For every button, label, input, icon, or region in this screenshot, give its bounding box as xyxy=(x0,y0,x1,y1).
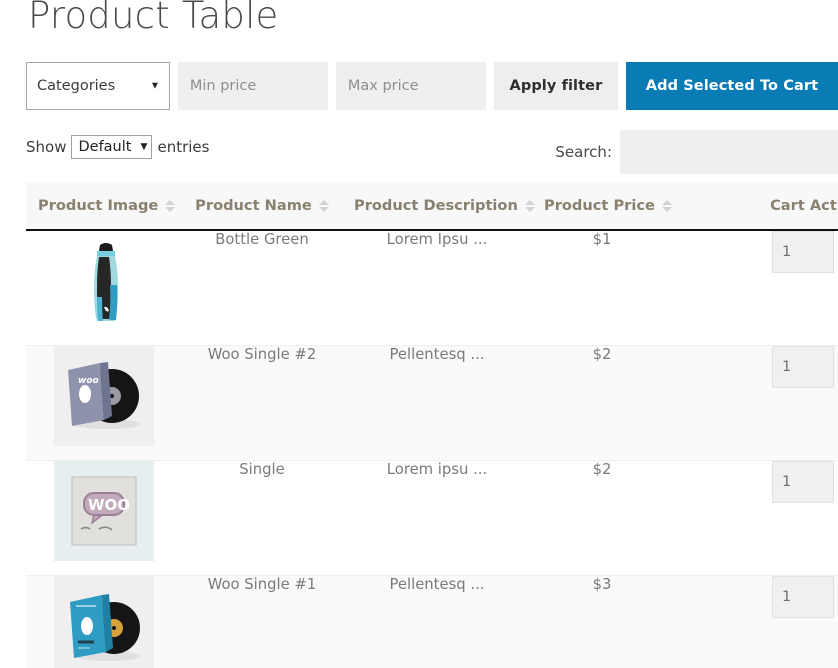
show-entries-prefix-label: Show xyxy=(26,138,67,156)
cell-product-name: Woo Single #1 xyxy=(182,575,342,668)
cell-product-description: Lorem Ipsu ... xyxy=(342,230,532,346)
column-header-product-name[interactable]: Product Name xyxy=(182,182,342,231)
sort-arrows-icon[interactable] xyxy=(661,199,672,212)
quantity-input[interactable] xyxy=(772,231,834,273)
cell-product-price: $1 xyxy=(532,230,672,346)
cell-product-description: Pellentesq ... xyxy=(342,345,532,461)
cell-product-description: Pellentesq ... xyxy=(342,575,532,668)
cell-product-description: Lorem ipsu ... xyxy=(342,460,532,576)
column-header-cart-actions[interactable]: Cart Actions xyxy=(672,182,838,231)
cell-product-name: Single xyxy=(182,460,342,576)
table-row: woo Woo Single #2 Pellentesq ... $2 Add … xyxy=(26,345,838,461)
column-header-label: Product Image xyxy=(38,197,159,214)
cell-product-price: $2 xyxy=(532,460,672,576)
cell-product-price: $2 xyxy=(532,345,672,461)
category-select[interactable]: Categories xyxy=(26,62,170,110)
table-body: Bottle Green Lorem Ipsu ... $1 Add To Ca… xyxy=(26,230,838,668)
cell-product-image xyxy=(26,230,182,346)
cell-product-price: $3 xyxy=(532,575,672,668)
cell-product-image: WOO xyxy=(26,460,182,576)
category-select-wrapper[interactable]: Categories ▼ xyxy=(26,62,170,110)
svg-text:WOO: WOO xyxy=(88,496,130,514)
column-header-label: Product Name xyxy=(195,197,312,214)
cell-product-name: Bottle Green xyxy=(182,230,342,346)
column-header-label: Product Description xyxy=(354,197,518,214)
show-entries-group: Show Default ▼ entries xyxy=(26,135,209,159)
cell-product-image: woo xyxy=(26,345,182,461)
woo-single-1-thumbnail xyxy=(54,575,154,668)
cell-product-image xyxy=(26,575,182,668)
table-row: Bottle Green Lorem Ipsu ... $1 Add To Ca… xyxy=(26,230,838,346)
column-header-product-image[interactable]: Product Image xyxy=(26,182,182,231)
product-table: Product Image Product Name Product Descr… xyxy=(26,182,838,668)
quantity-input[interactable] xyxy=(772,575,834,618)
column-header-label: Product Price xyxy=(544,197,655,214)
quantity-input[interactable] xyxy=(772,460,834,503)
bottle-green-thumbnail xyxy=(54,231,154,331)
sort-arrows-icon[interactable] xyxy=(524,199,535,212)
page-title: Product Table xyxy=(28,0,279,37)
svg-text:woo: woo xyxy=(78,376,99,386)
cell-cart-actions: Add To Cart xyxy=(672,345,838,461)
woo-single-2-thumbnail: woo xyxy=(54,345,154,446)
search-group: Search: xyxy=(555,130,838,174)
filter-toolbar: Categories ▼ Apply filter Add Selected T… xyxy=(26,62,838,110)
max-price-input[interactable] xyxy=(335,62,486,110)
cell-cart-actions: Add To Cart xyxy=(672,460,838,576)
column-header-product-description[interactable]: Product Description xyxy=(342,182,535,231)
search-label: Search: xyxy=(555,143,612,161)
table-header-row: Product Image Product Name Product Descr… xyxy=(26,182,838,231)
column-header-product-price[interactable]: Product Price xyxy=(532,182,672,231)
sort-arrows-icon[interactable] xyxy=(318,199,329,212)
single-thumbnail: WOO xyxy=(54,460,154,561)
entries-select-wrapper[interactable]: Default ▼ xyxy=(71,135,153,159)
cell-cart-actions: Add To Cart xyxy=(672,575,838,668)
table-row: WOO Single Lorem ipsu ... $2 Add To Cart xyxy=(26,460,838,576)
quantity-input[interactable] xyxy=(772,345,834,388)
cell-product-name: Woo Single #2 xyxy=(182,345,342,461)
column-header-label: Cart Actions xyxy=(770,197,838,214)
sort-arrows-icon[interactable] xyxy=(165,199,176,212)
apply-filter-button[interactable]: Apply filter xyxy=(493,62,618,110)
show-entries-suffix-label: entries xyxy=(157,138,210,156)
table-controls-row: Show Default ▼ entries Search: xyxy=(26,130,838,178)
entries-select[interactable]: Default xyxy=(71,135,153,159)
add-selected-to-cart-button[interactable]: Add Selected To Cart xyxy=(626,62,838,110)
min-price-input[interactable] xyxy=(177,62,328,110)
cell-cart-actions: Add To Cart xyxy=(672,230,838,346)
table-row: Woo Single #1 Pellentesq ... $3 Add To C… xyxy=(26,575,838,668)
product-table-container: Product Image Product Name Product Descr… xyxy=(26,182,838,668)
table-head: Product Image Product Name Product Descr… xyxy=(26,182,838,231)
search-input[interactable] xyxy=(620,130,838,174)
